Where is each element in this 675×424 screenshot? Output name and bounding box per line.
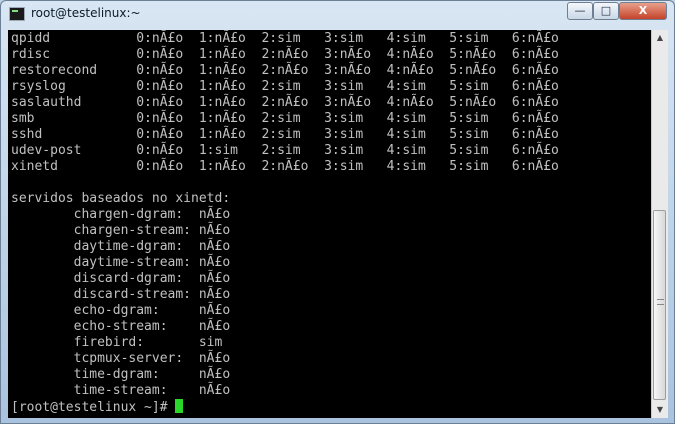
vertical-scrollbar[interactable]: ▲ ▼ [651, 30, 668, 418]
terminal-line: restorecond 0:nÃ£o 1:nÃ£o 2:nÃ£o 3:nÃ£o … [11, 63, 559, 78]
terminal-line: daytime-stream: nÃ£o [73, 255, 231, 270]
terminal-line: rdisc 0:nÃ£o 1:nÃ£o 2:nÃ£o 3:nÃ£o 4:nÃ£o… [11, 47, 559, 62]
scroll-down-arrow-icon[interactable]: ▼ [652, 402, 668, 418]
terminal-output: qpidd 0:nÃ£o 1:nÃ£o 2:sim 3:sim 4:sim 5:… [11, 31, 559, 416]
scroll-up-arrow-icon[interactable]: ▲ [652, 30, 668, 46]
terminal-line: smb 0:nÃ£o 1:nÃ£o 2:sim 3:sim 4:sim 5:si… [11, 111, 559, 126]
terminal-line: tcpmux-server: nÃ£o [73, 351, 231, 366]
terminal-area[interactable]: qpidd 0:nÃ£o 1:nÃ£o 2:sim 3:sim 4:sim 5:… [8, 30, 651, 418]
terminal-line: time-dgram: nÃ£o [73, 367, 231, 382]
terminal-line: qpidd 0:nÃ£o 1:nÃ£o 2:sim 3:sim 4:sim 5:… [11, 31, 559, 46]
grip-icon [657, 299, 664, 305]
close-button[interactable]: X [619, 2, 667, 20]
text-cursor [175, 399, 184, 413]
terminal-line: xinetd 0:nÃ£o 1:nÃ£o 2:nÃ£o 3:sim 4:sim … [11, 159, 559, 174]
terminal-line: chargen-dgram: nÃ£o [73, 207, 231, 222]
terminal-icon[interactable] [9, 7, 25, 21]
terminal-line: echo-dgram: nÃ£o [73, 303, 231, 318]
terminal-line: sshd 0:nÃ£o 1:nÃ£o 2:sim 3:sim 4:sim 5:s… [11, 127, 559, 142]
shell-prompt: [root@testelinux ~]# [11, 400, 176, 415]
terminal-line: echo-stream: nÃ£o [73, 319, 231, 334]
window-title: root@testelinux:~ [31, 6, 141, 20]
terminal-line: daytime-dgram: nÃ£o [73, 239, 231, 254]
terminal-window: root@testelinux:~ — □ X qpidd 0:nÃ£o 1:n… [0, 0, 675, 424]
terminal-line: saslauthd 0:nÃ£o 1:nÃ£o 2:nÃ£o 3:nÃ£o 4:… [11, 95, 559, 110]
terminal-line: discard-stream: nÃ£o [73, 287, 231, 302]
terminal-line: discard-dgram: nÃ£o [73, 271, 231, 286]
terminal-line: udev-post 0:nÃ£o 1:sim 2:sim 3:sim 4:sim… [11, 143, 559, 158]
terminal-line: rsyslog 0:nÃ£o 1:nÃ£o 2:sim 3:sim 4:sim … [11, 79, 559, 94]
title-bar[interactable]: root@testelinux:~ — □ X [1, 1, 674, 28]
terminal-line: chargen-stream: nÃ£o [73, 223, 231, 238]
terminal-lines: qpidd 0:nÃ£o 1:nÃ£o 2:sim 3:sim 4:sim 5:… [11, 31, 559, 398]
minimize-button[interactable]: — [567, 2, 593, 20]
terminal-line: time-stream: nÃ£o [73, 383, 231, 398]
terminal-line: servidos baseados no xinetd: [11, 191, 231, 206]
scroll-thumb[interactable] [653, 210, 666, 400]
maximize-button[interactable]: □ [593, 2, 619, 20]
terminal-line: firebird: sim [73, 335, 223, 350]
